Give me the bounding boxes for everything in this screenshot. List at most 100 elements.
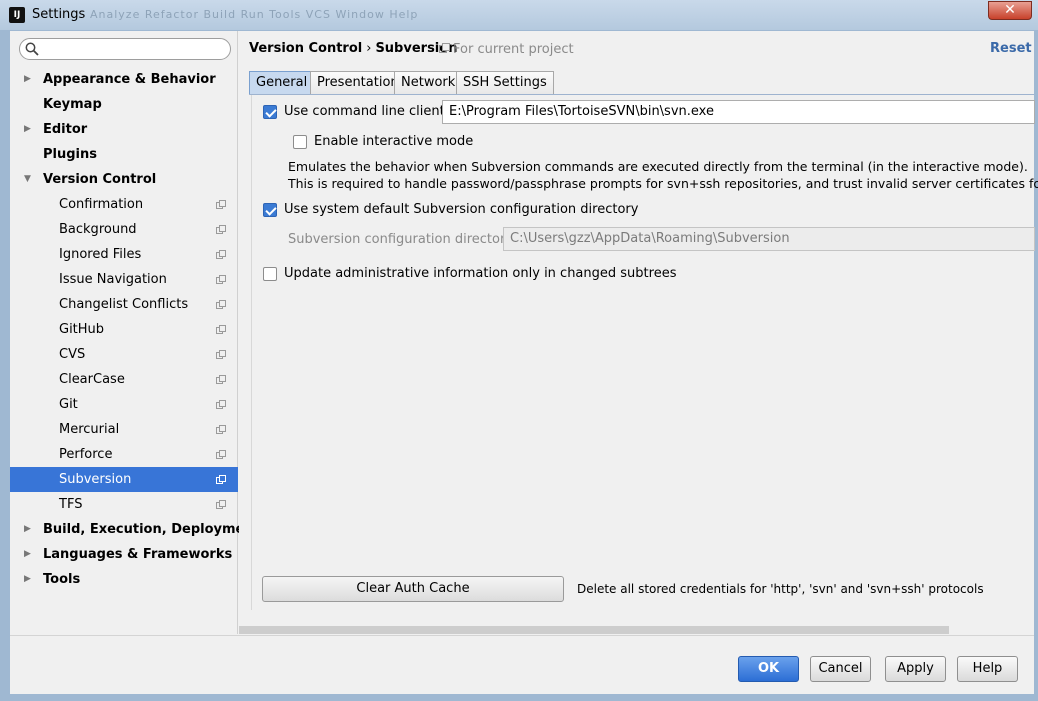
sidebar-item-clearcase[interactable]: ClearCase — [10, 367, 238, 392]
title-bar: IJ Settings Analyze Refactor Build Run T… — [0, 0, 1038, 30]
use-system-default-config-dir-label: Use system default Subversion configurat… — [284, 202, 639, 217]
sidebar-item-label: Background — [59, 222, 137, 237]
settings-window: IJ Settings Analyze Refactor Build Run T… — [0, 0, 1038, 701]
window-close-button[interactable]: ✕ — [988, 1, 1032, 20]
sidebar-item-label: Confirmation — [59, 197, 144, 212]
sidebar-item-languages-frameworks[interactable]: ▶ Languages & Frameworks — [10, 542, 238, 567]
sidebar-item-label: Perforce — [59, 447, 113, 462]
expanded-arrow-icon[interactable]: ▼ — [24, 167, 31, 192]
help-button[interactable]: Help — [957, 656, 1018, 682]
search-icon — [25, 42, 39, 56]
tab-general[interactable]: General — [249, 71, 315, 94]
project-level-icon — [216, 350, 226, 359]
sidebar-item-label: Subversion — [59, 472, 132, 487]
use-system-default-config-dir-checkbox[interactable] — [263, 203, 277, 217]
breadcrumb: Version Control › Subversion — [249, 41, 457, 56]
project-level-icon — [216, 425, 226, 434]
sidebar-item-label: Mercurial — [59, 422, 120, 437]
sidebar-item-label: GitHub — [59, 322, 105, 337]
project-level-icon — [216, 500, 226, 509]
settings-search-input[interactable] — [19, 38, 231, 60]
collapsed-arrow-icon[interactable]: ▶ — [24, 517, 31, 542]
project-level-icon — [216, 250, 226, 259]
interactive-mode-description-line-2: This is required to handle password/pass… — [288, 176, 1038, 191]
collapsed-arrow-icon[interactable]: ▶ — [24, 67, 31, 92]
settings-tree: ▶ Appearance & Behavior Keymap ▶ Editor Plugi… — [10, 31, 260, 634]
sidebar-item-label: Changelist Conflicts — [59, 297, 189, 312]
project-level-icon — [216, 450, 226, 459]
sidebar-item-editor[interactable]: ▶ Editor — [10, 117, 238, 142]
sidebar-item-tfs[interactable]: TFS — [10, 492, 238, 517]
enable-interactive-mode-label: Enable interactive mode — [314, 134, 474, 149]
command-line-client-path-field[interactable]: E:\Program Files\TortoiseSVN\bin\svn.exe — [442, 100, 1035, 124]
breadcrumb-parent: Version Control — [249, 41, 363, 56]
sidebar-item-background[interactable]: Background — [10, 217, 238, 242]
collapsed-arrow-icon[interactable]: ▶ — [24, 567, 31, 592]
sidebar-item-label: ClearCase — [59, 372, 125, 387]
sidebar-item-confirmation[interactable]: Confirmation — [10, 192, 238, 217]
sidebar-item-label: Languages & Frameworks — [43, 547, 233, 562]
horizontal-scrollbar[interactable] — [239, 626, 949, 634]
sidebar-item-label: TFS — [59, 497, 83, 512]
config-dir-field[interactable]: C:\Users\gzz\AppData\Roaming\Subversion — [503, 227, 1035, 251]
ok-button[interactable]: OK — [738, 656, 799, 682]
config-dir-label: Subversion configuration directory: — [288, 232, 517, 247]
sidebar-item-label: Issue Navigation — [59, 272, 167, 287]
project-level-icon — [216, 375, 226, 384]
sidebar-item-mercurial[interactable]: Mercurial — [10, 417, 238, 442]
use-command-line-client-checkbox[interactable] — [263, 105, 277, 119]
sidebar-item-label: Build, Execution, Deployment — [43, 522, 260, 537]
sidebar-item-git[interactable]: Git — [10, 392, 238, 417]
sidebar-item-label: Git — [59, 397, 78, 412]
breadcrumb-separator: › — [366, 41, 372, 56]
sidebar-item-label: Appearance & Behavior — [43, 72, 216, 87]
sidebar-item-issue-navigation[interactable]: Issue Navigation — [10, 267, 238, 292]
sidebar-item-label: Plugins — [43, 147, 97, 162]
update-admin-info-checkbox[interactable] — [263, 267, 277, 281]
sidebar-item-label: Editor — [43, 122, 88, 137]
project-level-icon — [216, 475, 226, 484]
general-tab-content: Use command line client: E:\Program File… — [251, 95, 1038, 610]
project-level-icon — [216, 325, 226, 334]
sidebar-item-label: Tools — [43, 572, 81, 587]
sidebar-item-label: Version Control — [43, 172, 157, 187]
sidebar-item-label: Keymap — [43, 97, 102, 112]
update-admin-info-label: Update administrative information only i… — [284, 266, 677, 281]
sidebar-item-subversion[interactable]: Subversion — [10, 467, 238, 492]
sidebar-item-label: CVS — [59, 347, 86, 362]
tab-presentation[interactable]: Presentation — [310, 71, 406, 94]
settings-client-area: ▶ Appearance & Behavior Keymap ▶ Editor Plugi… — [10, 31, 1038, 694]
clear-auth-cache-button[interactable]: Clear Auth Cache — [262, 576, 564, 602]
tab-network[interactable]: Network — [394, 71, 463, 94]
sidebar-item-tools[interactable]: ▶ Tools — [10, 567, 238, 592]
clear-auth-cache-description: Delete all stored credentials for 'http'… — [577, 582, 984, 596]
project-level-icon — [216, 225, 226, 234]
sidebar-item-github[interactable]: GitHub — [10, 317, 238, 342]
sidebar-item-keymap[interactable]: Keymap — [10, 92, 238, 117]
tab-ssh-settings[interactable]: SSH Settings — [456, 71, 554, 94]
collapsed-arrow-icon[interactable]: ▶ — [24, 117, 31, 142]
apply-button[interactable]: Apply — [885, 656, 946, 682]
sidebar-item-perforce[interactable]: Perforce — [10, 442, 238, 467]
sidebar-item-cvs[interactable]: CVS — [10, 342, 238, 367]
sidebar-item-build-execution-deployment[interactable]: ▶ Build, Execution, Deployment — [10, 517, 260, 542]
collapsed-arrow-icon[interactable]: ▶ — [24, 542, 31, 567]
intellij-app-icon: IJ — [9, 7, 25, 23]
window-title: Settings — [32, 7, 86, 22]
sidebar-item-changelist-conflicts[interactable]: Changelist Conflicts — [10, 292, 238, 317]
sidebar-item-plugins[interactable]: Plugins — [10, 142, 238, 167]
cancel-button[interactable]: Cancel — [810, 656, 871, 682]
project-copy-icon — [439, 43, 450, 53]
sidebar-item-ignored-files[interactable]: Ignored Files — [10, 242, 238, 267]
project-level-icon — [216, 275, 226, 284]
dialog-button-bar: OK Cancel Apply Help — [10, 635, 1034, 694]
sidebar-item-label: Ignored Files — [59, 247, 142, 262]
enable-interactive-mode-checkbox[interactable] — [293, 135, 307, 149]
sidebar-item-version-control[interactable]: ▼ Version Control — [10, 167, 238, 192]
interactive-mode-description-line-1: Emulates the behavior when Subversion co… — [288, 159, 1028, 174]
for-current-project-text: For current project — [453, 42, 574, 57]
reset-link[interactable]: Reset — [990, 41, 1032, 56]
sidebar-item-appearance-behavior[interactable]: ▶ Appearance & Behavior — [10, 67, 238, 92]
subversion-settings-panel: Version Control › Subversion For current p… — [239, 31, 1038, 634]
project-level-icon — [216, 200, 226, 209]
